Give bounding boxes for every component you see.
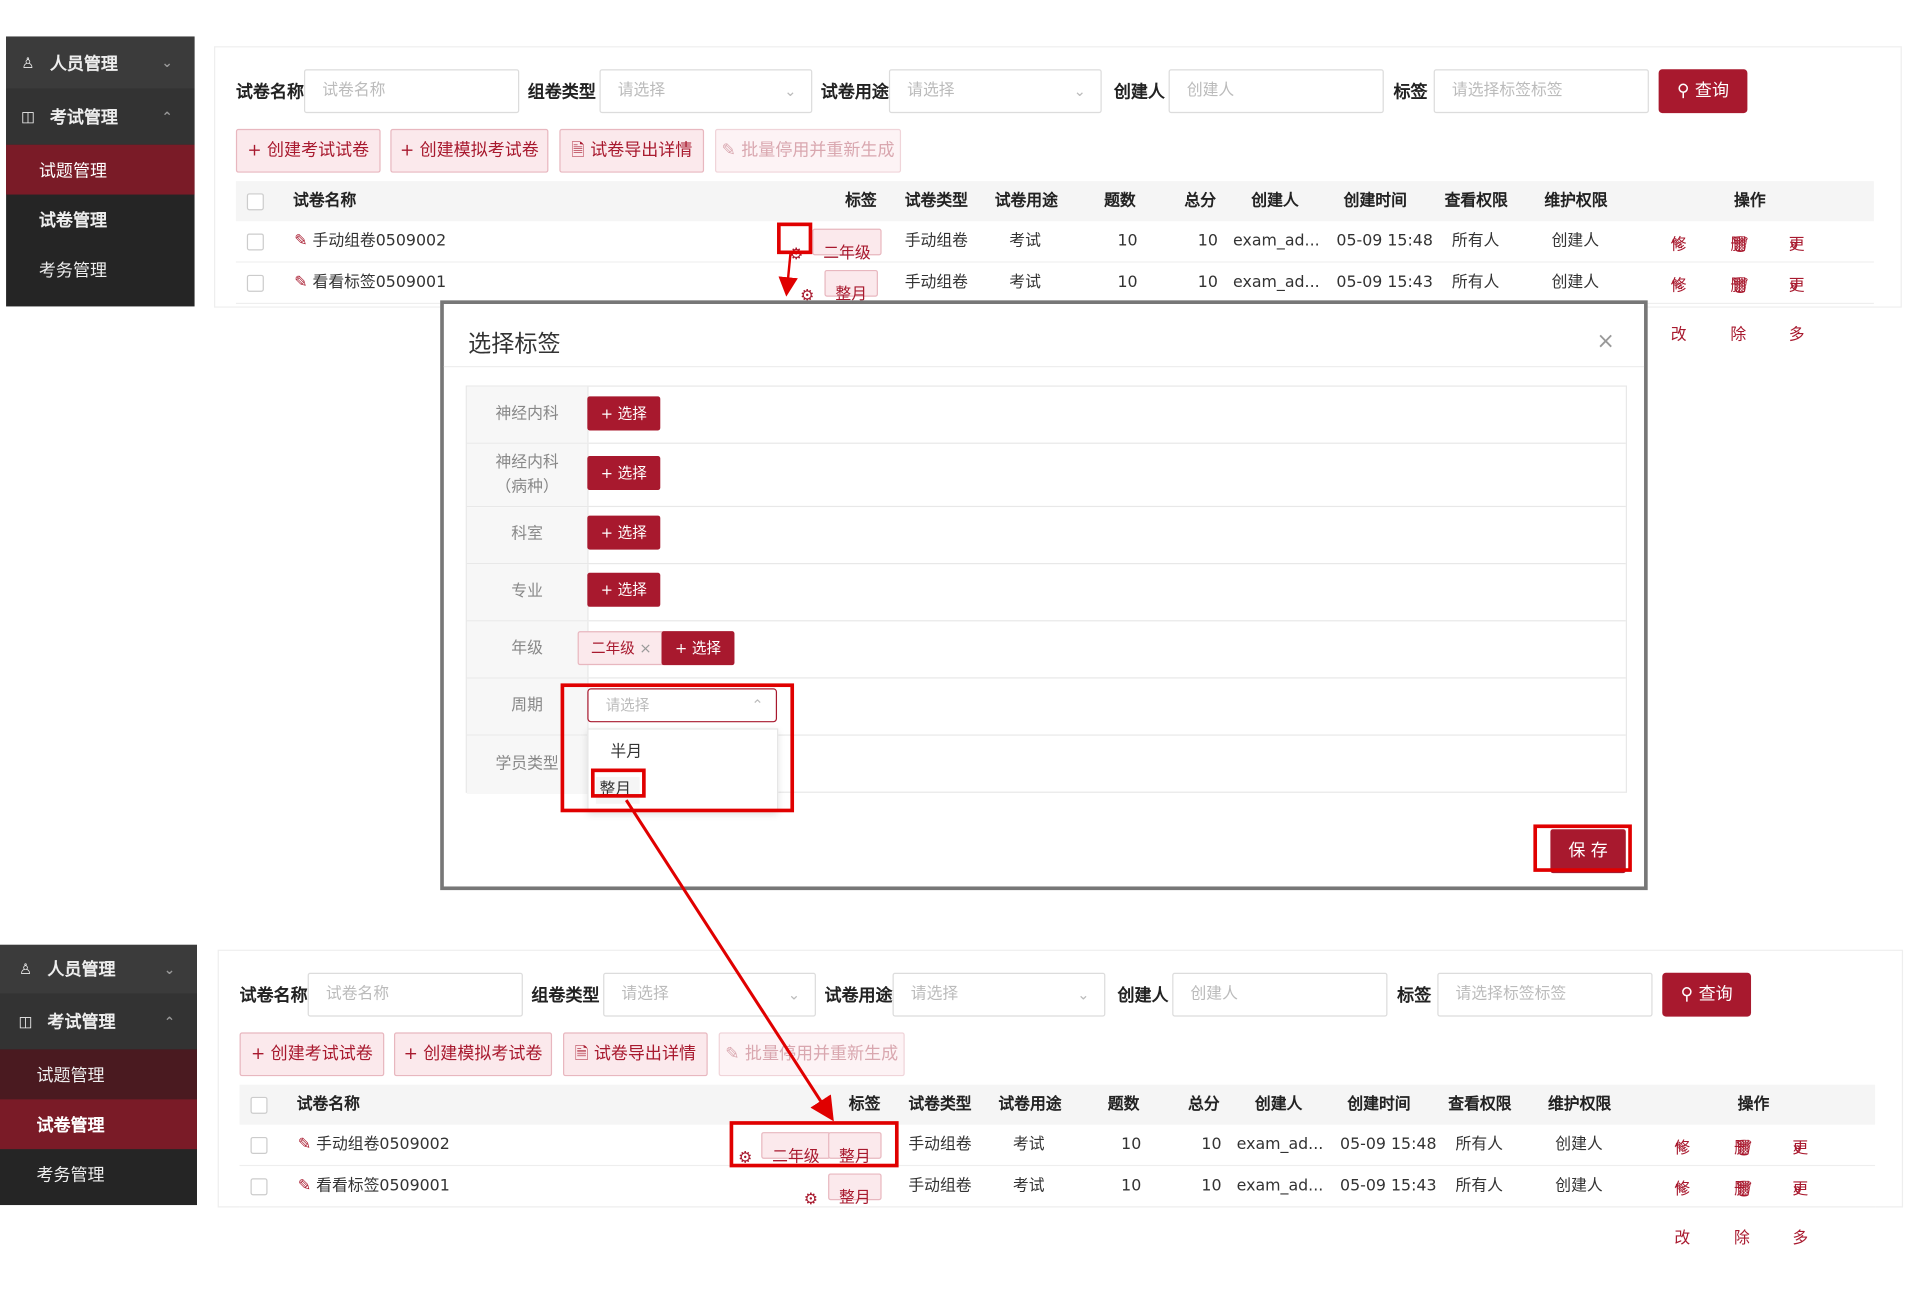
annotation-arrows [624,254,834,1122]
arrow-to-result [624,799,834,1122]
screenshot: ♙ 人员管理 ⌄ ◫ 考试管理 ⌃ 试题管理 试卷管理 考务管理 试卷名称 试卷… [0,0,1906,1302]
arrow-to-modal [778,254,798,297]
